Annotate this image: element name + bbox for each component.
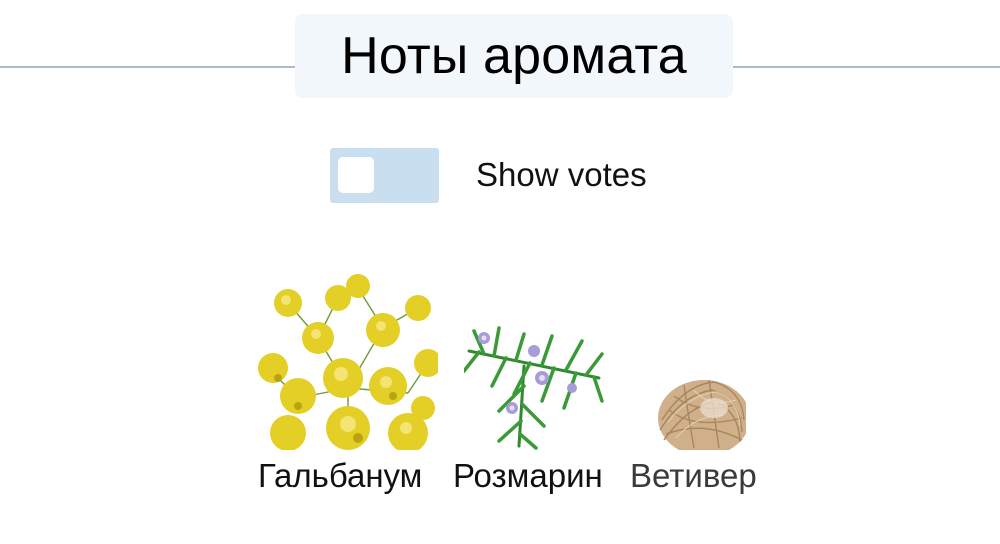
show-votes-label[interactable]: Show votes [476, 157, 647, 193]
show-votes-row: Show votes [330, 148, 680, 203]
section-title-box: Ноты аромата [295, 14, 733, 98]
rosemary-sprig-icon[interactable] [464, 316, 604, 450]
note-name-rosemary[interactable]: Розмарин [453, 458, 603, 494]
fragrance-notes-section: Ноты аромата Show votes Гальбанум Розмар… [0, 0, 1000, 544]
section-title: Ноты аромата [341, 27, 687, 85]
toggle-knob [338, 157, 374, 193]
note-name-vetiver[interactable]: Ветивер [630, 458, 757, 494]
galbanum-flower-icon[interactable] [258, 268, 438, 450]
show-votes-toggle[interactable] [330, 148, 439, 203]
vetiver-root-icon[interactable] [654, 360, 746, 450]
note-name-galbanum[interactable]: Гальбанум [258, 458, 422, 494]
